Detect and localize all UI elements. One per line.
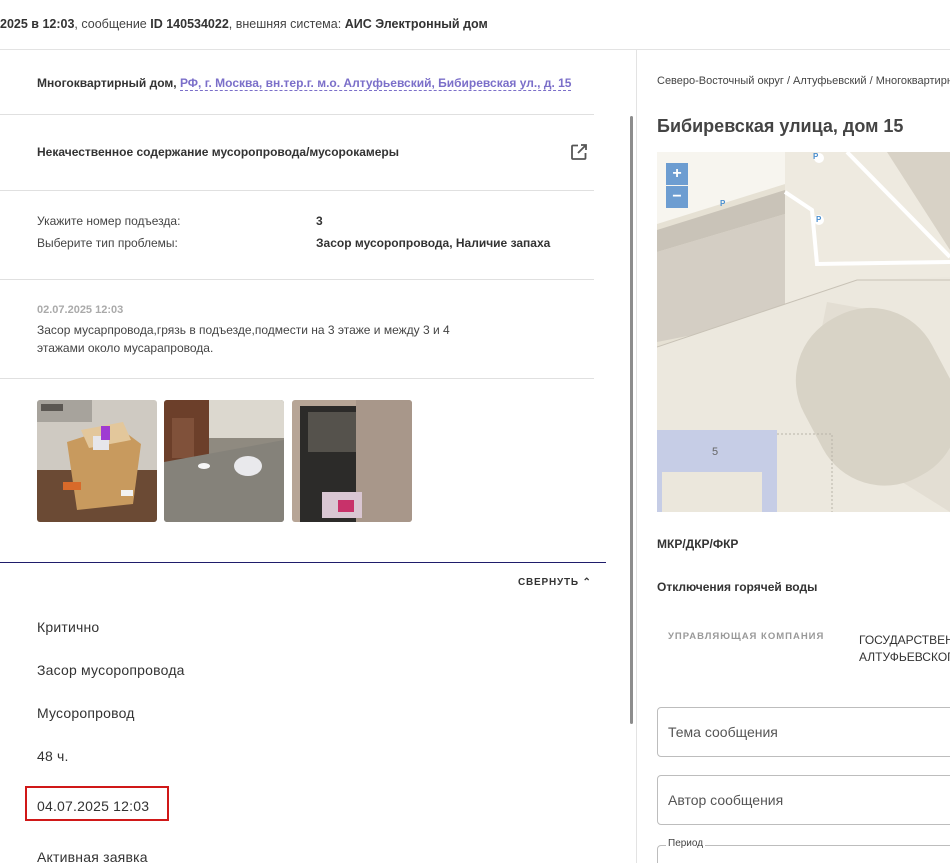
chevron-up-icon: ⌃ [582,577,592,588]
parking-icon: P [813,152,819,161]
comment-text: Засор мусарпровода,грязь в подъезде,подм… [37,323,450,355]
photo-thumbnail[interactable] [37,400,157,522]
collapse-button[interactable]: СВЕРНУТЬ ⌃ [518,577,592,588]
comment-date: 02.07.2025 12:03 [37,304,124,316]
photo-chute-image [292,400,412,522]
building-line: Многоквартирный дом, РФ, г. Москва, вн.т… [37,76,572,91]
section-divider [0,562,606,563]
period-field[interactable]: Период [657,838,950,863]
zoom-in-button[interactable]: + [666,163,688,185]
photo-thumbnail[interactable] [292,400,412,522]
deadline-date-value: 04.07.2025 12:03 [37,798,150,814]
category-value: Мусоропровод [37,705,135,721]
building-type: Многоквартирный дом, [37,76,180,90]
management-company-name: ГОСУДАРСТВЕННОЕ АЛТУФЬЕВСКОГО [859,632,950,666]
entrance-question: Укажите номер подъезда: [37,214,181,228]
building-panel: Северо-Восточный округ / Алтуфьевский / … [637,50,950,863]
scrollbar[interactable] [630,116,633,724]
management-company-label: УПРАВЛЯЮЩАЯ КОМПАНИЯ [668,631,825,642]
header-message-id: ID 140534022 [150,17,229,31]
topic-input[interactable]: Тема сообщения [657,707,950,757]
zoom-out-button[interactable]: − [666,186,688,208]
author-input[interactable]: Автор сообщения [657,775,950,825]
parking-icon: P [720,199,726,208]
priority-value: Критично [37,619,100,635]
page-title: Бибиревская улица, дом 15 [657,116,904,136]
period-label: Период [666,838,706,849]
header-bar: 2025 в 12:03, сообщение ID 140534022, вн… [0,0,950,50]
company-name-line: ГОСУДАРСТВЕННОЕ [859,633,950,647]
problem-type-question: Выберите тип проблемы: [37,236,178,250]
header-date: 2025 в 12:03 [0,17,75,31]
parking-icon: P [816,215,822,224]
deadline-hours-value: 48 ч. [37,748,69,764]
address-link[interactable]: РФ, г. Москва, вн.тер.г. м.о. Алтуфьевск… [179,76,572,91]
mkr-label: МКР/ДКР/ФКР [657,537,739,551]
photo-thumbnail[interactable] [164,400,284,522]
divider [0,114,594,115]
header-system-name: АИС Электронный дом [344,17,488,31]
photo-boxes-image [37,400,157,522]
map[interactable]: P P P 5 + − [657,152,950,512]
collapse-label: СВЕРНУТЬ [518,577,579,588]
map-canvas [657,152,950,512]
building-number-label: 5 [712,446,719,458]
divider [0,279,594,280]
photo-floor-image [164,400,284,522]
topic-placeholder: Тема сообщения [668,724,778,740]
entrance-answer: 3 [316,214,323,228]
request-panel: Многоквартирный дом, РФ, г. Москва, вн.т… [0,50,606,865]
open-external-icon[interactable] [569,142,589,162]
problem-type-answer: Засор мусоропровода, Наличие запаха [316,236,551,250]
hot-water-label: Отключения горячей воды [657,580,818,594]
company-name-line: АЛТУФЬЕВСКОГО [859,650,950,664]
header-system-word: , внешняя система: [228,17,345,31]
divider [0,378,594,379]
breadcrumb: Северо-Восточный округ / Алтуфьевский / … [657,75,950,87]
issue-title: Некачественное содержание мусоропровода/… [37,145,399,159]
header-info: 2025 в 12:03, сообщение ID 140534022, вн… [0,17,488,31]
divider [0,190,594,191]
problem-value: Засор мусоропровода [37,662,185,678]
header-message-word: , сообщение [74,17,151,31]
author-placeholder: Автор сообщения [668,792,784,808]
